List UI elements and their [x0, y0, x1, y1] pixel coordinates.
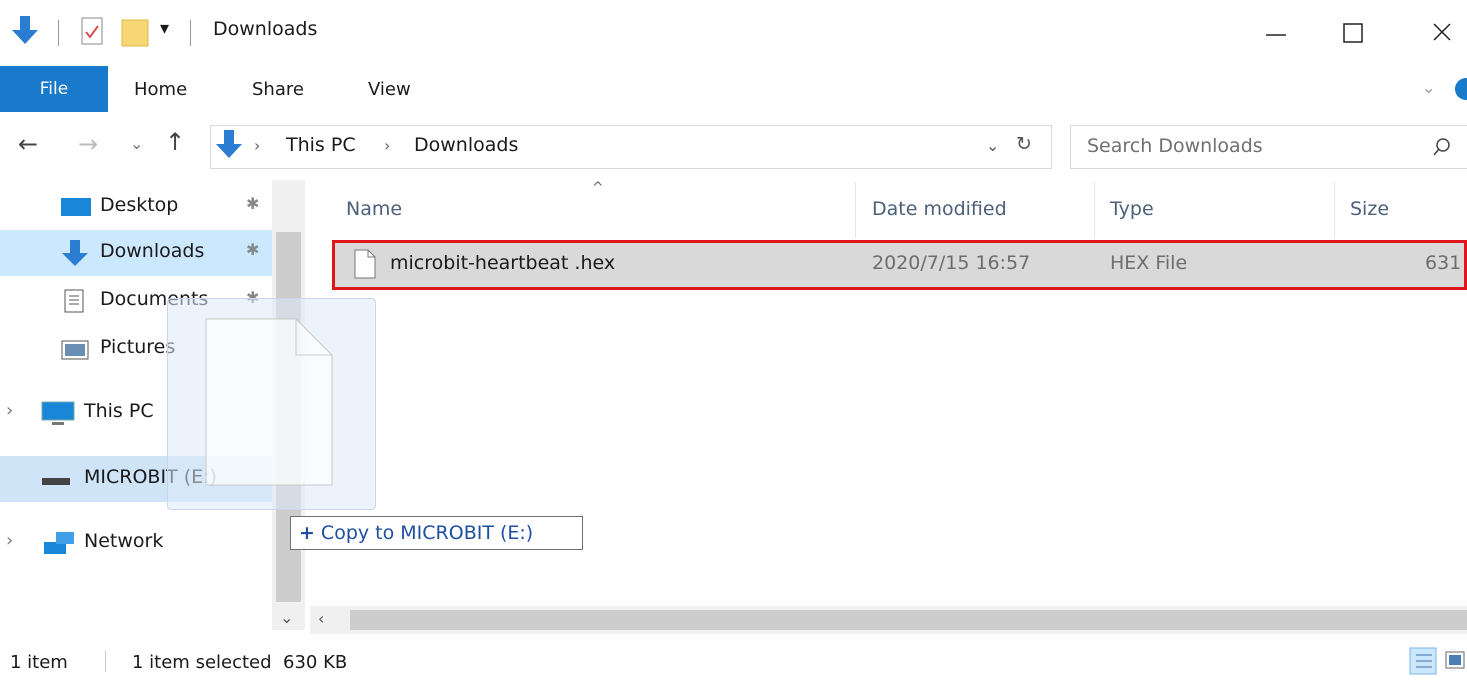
pin-icon[interactable]: ✱: [246, 240, 259, 259]
file-type: HEX File: [1110, 252, 1188, 274]
desktop-icon: [61, 198, 91, 216]
pictures-icon: [61, 340, 89, 360]
tab-file[interactable]: File: [0, 66, 108, 112]
scroll-down-icon[interactable]: ⌄: [280, 608, 293, 627]
column-header-size[interactable]: Size: [1350, 198, 1389, 220]
column-header-date[interactable]: Date modified: [872, 198, 1007, 220]
close-icon: [1433, 23, 1451, 41]
up-icon[interactable]: ↑: [165, 128, 185, 156]
properties-icon[interactable]: [80, 16, 104, 46]
file-icon: [354, 249, 376, 279]
computer-icon: [41, 401, 75, 425]
maximize-icon: [1343, 23, 1363, 43]
title-separator: [190, 20, 191, 46]
breadcrumb-this-pc[interactable]: This PC: [286, 134, 356, 156]
status-separator: [105, 650, 106, 672]
address-dropdown-icon[interactable]: ⌄: [986, 136, 999, 155]
tab-share[interactable]: Share: [252, 66, 304, 112]
sidebar-item-label: This PC: [84, 400, 154, 422]
search-input[interactable]: Search Downloads: [1070, 125, 1467, 169]
expand-chevron-icon[interactable]: ›: [6, 400, 13, 421]
drag-preview: [167, 298, 376, 510]
column-divider[interactable]: [1334, 182, 1335, 238]
breadcrumb-chevron-icon[interactable]: ›: [254, 136, 260, 155]
documents-icon: [64, 289, 84, 313]
file-size: 631 K: [1425, 252, 1467, 274]
sidebar-item-label: Network: [84, 530, 164, 552]
help-icon[interactable]: [1452, 76, 1467, 102]
search-icon: [1433, 138, 1450, 156]
download-arrow-icon[interactable]: [10, 14, 40, 48]
network-icon: [44, 532, 74, 554]
minimize-icon: [1266, 34, 1286, 36]
breadcrumb-downloads[interactable]: Downloads: [414, 134, 518, 156]
ribbon: [0, 66, 1467, 114]
tab-view[interactable]: View: [368, 66, 411, 112]
recent-locations-icon[interactable]: ⌄: [130, 134, 143, 153]
new-folder-icon[interactable]: [120, 14, 150, 48]
scroll-left-icon[interactable]: ‹: [318, 609, 324, 628]
sidebar-item-label: Pictures: [100, 336, 176, 358]
customize-quick-access-icon[interactable]: ▾: [160, 18, 169, 39]
column-header-name[interactable]: Name: [346, 198, 402, 220]
file-name[interactable]: microbit-heartbeat .hex: [390, 252, 615, 274]
download-arrow-icon: [62, 240, 88, 266]
back-icon[interactable]: ←: [18, 130, 38, 158]
sidebar-item-label: Downloads: [100, 240, 205, 262]
quick-access-separator: [58, 20, 59, 46]
status-selection: 1 item selected 630 KB: [132, 652, 348, 673]
expand-chevron-icon[interactable]: ›: [6, 530, 13, 551]
column-divider[interactable]: [1094, 182, 1095, 238]
large-icons-view-icon[interactable]: [1442, 646, 1467, 676]
tab-home[interactable]: Home: [134, 66, 187, 112]
drag-tooltip-text: Copy to MICROBIT (E:): [320, 522, 534, 544]
refresh-icon[interactable]: ↻: [1016, 133, 1032, 155]
horizontal-scroll-thumb[interactable]: [350, 610, 1467, 630]
sort-ascending-icon: ^: [592, 180, 604, 196]
file-date: 2020/7/15 16:57: [872, 252, 1031, 274]
close-button[interactable]: [1410, 17, 1456, 49]
sidebar-item-label: Desktop: [100, 194, 179, 216]
sidebar-item-network[interactable]: › Network: [0, 520, 272, 566]
column-divider[interactable]: [855, 182, 856, 238]
sidebar-item-desktop[interactable]: Desktop ✱: [0, 184, 272, 230]
forward-icon[interactable]: →: [78, 130, 98, 158]
drag-copy-tooltip: + Copy to MICROBIT (E:): [290, 516, 583, 550]
drive-icon: [42, 478, 70, 485]
window-title: Downloads: [213, 18, 318, 40]
breadcrumb-chevron-icon[interactable]: ›: [384, 136, 390, 155]
column-header-type[interactable]: Type: [1110, 198, 1154, 220]
file-icon: [205, 318, 333, 486]
status-bar: 1 item 1 item selected 630 KB: [0, 640, 1467, 680]
maximize-button[interactable]: [1330, 17, 1376, 49]
search-placeholder: Search Downloads: [1087, 135, 1263, 157]
download-arrow-icon: [216, 130, 242, 158]
sidebar-item-downloads[interactable]: Downloads ✱: [0, 230, 272, 276]
expand-ribbon-icon[interactable]: ⌄: [1422, 78, 1435, 97]
pin-icon[interactable]: ✱: [246, 194, 259, 213]
copy-plus-icon: +: [299, 522, 315, 544]
details-view-icon[interactable]: [1408, 646, 1438, 676]
minimize-button[interactable]: [1252, 17, 1298, 49]
status-item-count: 1 item: [10, 652, 68, 673]
